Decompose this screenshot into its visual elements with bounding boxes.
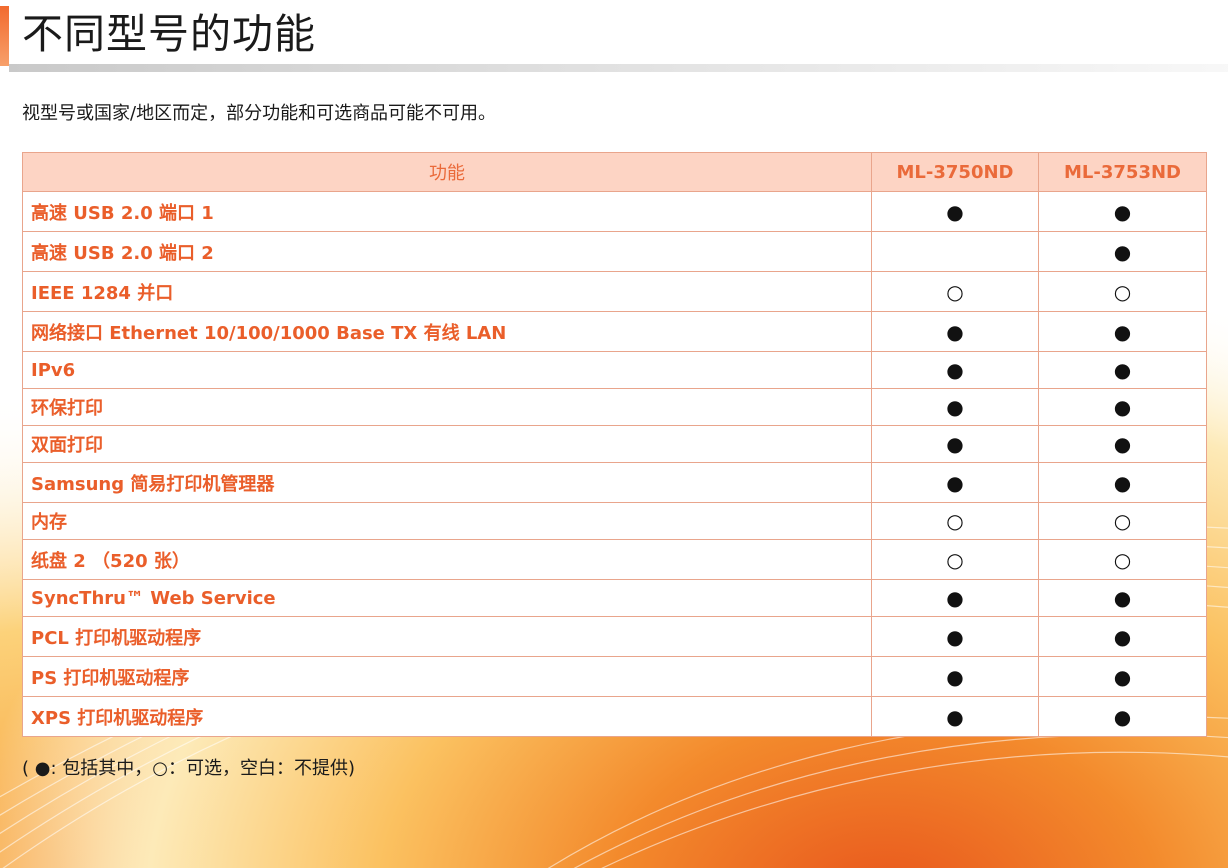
table-row: 纸盘 2 （520 张） ○ ○ (22, 539, 1207, 580)
ml-3750nd-mark: ● (871, 579, 1039, 617)
features-table: 功能 ML-3750ND ML-3753ND 高速 USB 2.0 端口 1 ●… (22, 152, 1207, 737)
ml-3753nd-mark: ● (1038, 425, 1207, 463)
ml-3753nd-mark: ● (1038, 311, 1207, 352)
ml-3753nd-mark: ● (1038, 191, 1207, 232)
title-bar: 不同型号的功能 (0, 0, 1228, 72)
ml-3750nd-mark: ● (871, 616, 1039, 657)
feature-name: IEEE 1284 并口 (22, 271, 872, 312)
feature-name: PCL 打印机驱动程序 (22, 616, 872, 657)
feature-name: 环保打印 (22, 388, 872, 426)
ml-3750nd-mark: ● (871, 311, 1039, 352)
ml-3753nd-mark: ○ (1038, 271, 1207, 312)
table-row: SyncThru™ Web Service ● ● (22, 579, 1207, 617)
ml-3750nd-mark: ● (871, 696, 1039, 737)
ml-3753nd-mark: ○ (1038, 539, 1207, 580)
feature-name: PS 打印机驱动程序 (22, 656, 872, 697)
ml-3753nd-mark: ● (1038, 462, 1207, 503)
ml-3750nd-mark: ● (871, 191, 1039, 232)
page-subtitle: 视型号或国家/地区而定，部分功能和可选商品可能不可用。 (22, 103, 497, 124)
table-row: 高速 USB 2.0 端口 2 ● (22, 231, 1207, 272)
table-row: IEEE 1284 并口 ○ ○ (22, 271, 1207, 312)
ml-3750nd-mark: ○ (871, 502, 1039, 540)
ml-3750nd-mark: ● (871, 656, 1039, 697)
ml-3750nd-mark: ○ (871, 271, 1039, 312)
feature-name: Samsung 简易打印机管理器 (22, 462, 872, 503)
feature-name: IPv6 (22, 351, 872, 389)
table-row: 双面打印 ● ● (22, 425, 1207, 463)
feature-name: 高速 USB 2.0 端口 2 (22, 231, 872, 272)
ml-3750nd-mark: ● (871, 462, 1039, 503)
table-row: IPv6 ● ● (22, 351, 1207, 389)
table-row: 内存 ○ ○ (22, 502, 1207, 540)
header-feature: 功能 (22, 152, 872, 192)
ml-3753nd-mark: ● (1038, 388, 1207, 426)
table-row: Samsung 简易打印机管理器 ● ● (22, 462, 1207, 503)
table-row: XPS 打印机驱动程序 ● ● (22, 696, 1207, 737)
table-row: PCL 打印机驱动程序 ● ● (22, 616, 1207, 657)
legend-note: ( ●: 包括其中，○：可选，空白：不提供) (22, 758, 355, 779)
ml-3750nd-mark: ● (871, 425, 1039, 463)
feature-name: 内存 (22, 502, 872, 540)
title-accent-bar (0, 6, 9, 66)
feature-name: 高速 USB 2.0 端口 1 (22, 191, 872, 232)
ml-3753nd-mark: ● (1038, 231, 1207, 272)
header-ml-3750nd: ML-3750ND (871, 152, 1039, 192)
header-ml-3753nd: ML-3753ND (1038, 152, 1207, 192)
feature-name: SyncThru™ Web Service (22, 579, 872, 617)
feature-name: 网络接口 Ethernet 10/100/1000 Base TX 有线 LAN (22, 311, 872, 352)
ml-3753nd-mark: ○ (1038, 502, 1207, 540)
table-header-row: 功能 ML-3750ND ML-3753ND (22, 152, 1207, 192)
ml-3753nd-mark: ● (1038, 579, 1207, 617)
feature-name: 纸盘 2 （520 张） (22, 539, 872, 580)
table-row: 网络接口 Ethernet 10/100/1000 Base TX 有线 LAN… (22, 311, 1207, 352)
feature-name: XPS 打印机驱动程序 (22, 696, 872, 737)
ml-3753nd-mark: ● (1038, 696, 1207, 737)
ml-3750nd-mark: ○ (871, 539, 1039, 580)
feature-name: 双面打印 (22, 425, 872, 463)
table-row: 高速 USB 2.0 端口 1 ● ● (22, 191, 1207, 232)
page-title: 不同型号的功能 (22, 10, 316, 58)
ml-3753nd-mark: ● (1038, 351, 1207, 389)
table-row: PS 打印机驱动程序 ● ● (22, 656, 1207, 697)
ml-3750nd-mark (871, 231, 1039, 272)
table-row: 环保打印 ● ● (22, 388, 1207, 426)
ml-3753nd-mark: ● (1038, 616, 1207, 657)
title-divider (9, 64, 1228, 72)
ml-3750nd-mark: ● (871, 351, 1039, 389)
ml-3753nd-mark: ● (1038, 656, 1207, 697)
ml-3750nd-mark: ● (871, 388, 1039, 426)
